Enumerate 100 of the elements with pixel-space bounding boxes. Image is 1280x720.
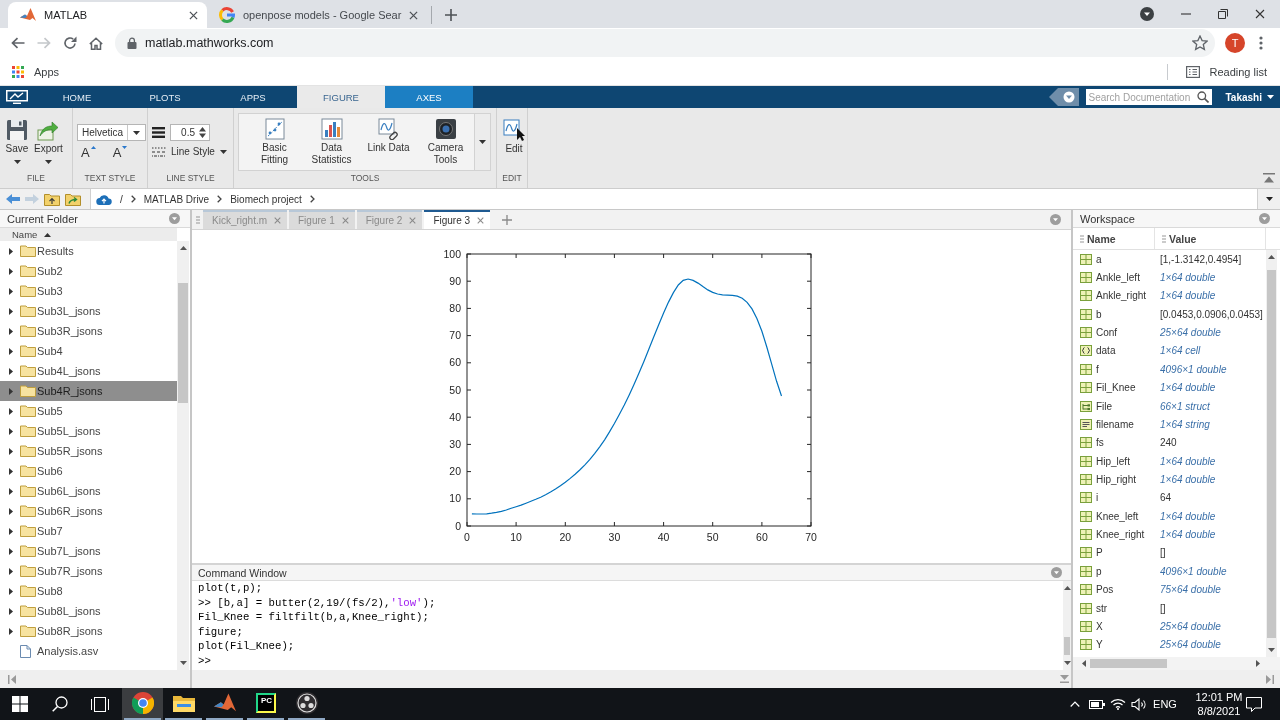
browser-tab[interactable]: MATLAB	[8, 2, 207, 28]
folder-item[interactable]: Sub7R_jsons	[0, 561, 177, 581]
clock-time[interactable]: 12:01 PM	[1195, 690, 1243, 704]
folder-item[interactable]: Sub4	[0, 341, 177, 361]
ribbon-button[interactable]: Data Statistics	[303, 114, 360, 170]
battery-icon[interactable]	[1089, 699, 1105, 709]
horizontal-scrollbar[interactable]	[1073, 657, 1280, 670]
ribbon-tab[interactable]: PLOTS	[121, 86, 209, 108]
expand-arrow-icon[interactable]	[9, 347, 13, 355]
folder-item[interactable]: Sub4L_jsons	[0, 361, 177, 381]
scrollbar-thumb[interactable]	[1267, 270, 1276, 638]
vertical-scrollbar[interactable]	[177, 241, 189, 670]
expand-arrow-icon[interactable]	[9, 267, 13, 275]
more-menu-icon[interactable]	[1259, 36, 1263, 50]
maximize-icon[interactable]	[1218, 9, 1228, 19]
bookmark-star-icon[interactable]	[1192, 35, 1208, 51]
taskbar-app-button[interactable]	[122, 688, 163, 720]
monitor-icon[interactable]	[5, 90, 28, 104]
breadcrumb[interactable]: MATLAB Drive	[143, 193, 210, 205]
expand-arrow-icon[interactable]	[9, 327, 13, 335]
home-icon[interactable]	[89, 36, 103, 50]
folder-item[interactable]: Sub6	[0, 461, 177, 481]
task-view-icon[interactable]	[91, 696, 109, 712]
close-icon[interactable]	[189, 10, 198, 20]
document-tab[interactable]: Figure 3	[424, 210, 491, 229]
folder-up-icon[interactable]	[44, 192, 60, 206]
spinner-arrows-icon[interactable]	[199, 127, 206, 138]
ribbon-toggle-icon[interactable]	[1048, 88, 1079, 106]
caret-down-icon[interactable]	[1265, 197, 1273, 201]
folder-item[interactable]: Sub6R_jsons	[0, 501, 177, 521]
scroll-down-icon[interactable]	[179, 661, 187, 665]
address-bar[interactable]: matlab.mathworks.com	[115, 29, 1215, 57]
chevron-right-icon[interactable]	[130, 195, 136, 203]
file-item[interactable]: Analysis.asv	[0, 641, 177, 661]
folder-browse-icon[interactable]	[65, 192, 81, 206]
expand-arrow-icon[interactable]	[9, 287, 13, 295]
folder-item[interactable]: Sub6L_jsons	[0, 481, 177, 501]
font-size-button[interactable]: A	[81, 146, 96, 160]
expand-arrow-icon[interactable]	[9, 527, 13, 535]
scroll-up-icon[interactable]	[1063, 586, 1071, 590]
line-style-menu[interactable]: Line Style	[171, 146, 227, 157]
expand-arrow-icon[interactable]	[9, 627, 13, 635]
chevron-right-icon[interactable]	[217, 195, 223, 203]
cloud-icon[interactable]	[96, 193, 112, 205]
language-indicator[interactable]: ENG	[1150, 698, 1180, 710]
back-arrow-icon[interactable]	[11, 37, 25, 49]
wifi-icon[interactable]	[1110, 698, 1126, 710]
expand-arrow-icon[interactable]	[9, 367, 13, 375]
folder-item[interactable]: Sub7L_jsons	[0, 541, 177, 561]
chevron-right-icon[interactable]	[309, 195, 315, 203]
expand-arrow-icon[interactable]	[9, 487, 13, 495]
column-header[interactable]: Value	[1155, 228, 1266, 249]
browser-tab[interactable]: openpose models - Google Sear	[207, 2, 428, 28]
folder-item[interactable]: Sub8	[0, 581, 177, 601]
ribbon-tab[interactable]: APPS	[209, 86, 297, 108]
expand-arrow-icon[interactable]	[9, 427, 13, 435]
close-icon[interactable]	[1255, 9, 1265, 19]
scrollbar-thumb[interactable]	[1090, 659, 1167, 668]
folder-item[interactable]: Sub8R_jsons	[0, 621, 177, 641]
breadcrumb[interactable]: /	[120, 193, 123, 205]
path-bar[interactable]: / MATLAB Drive Biomech project	[90, 189, 1258, 209]
folder-item[interactable]: Sub5R_jsons	[0, 441, 177, 461]
plus-icon[interactable]	[445, 9, 458, 21]
clock-date[interactable]: 8/8/2021	[1197, 704, 1241, 718]
scroll-right-icon[interactable]	[1256, 660, 1260, 667]
expand-arrow-icon[interactable]	[9, 407, 13, 415]
expand-arrow-icon[interactable]	[9, 447, 13, 455]
scroll-down-icon[interactable]	[1063, 661, 1071, 665]
ribbon-button[interactable]: Link Data	[360, 114, 417, 170]
back-arrow-icon[interactable]	[6, 194, 20, 204]
vertical-scrollbar[interactable]	[1266, 250, 1277, 657]
line-width-spinner[interactable]: 0.5	[170, 124, 210, 141]
search-field[interactable]: Search Documentation	[1085, 89, 1212, 105]
drag-grip-icon[interactable]	[196, 215, 200, 224]
expand-arrow-icon[interactable]	[9, 547, 13, 555]
scroll-up-icon[interactable]	[1268, 255, 1275, 259]
taskbar-app-button[interactable]: PC	[245, 688, 286, 720]
folder-item[interactable]: Sub8L_jsons	[0, 601, 177, 621]
folder-item[interactable]: Sub3L_jsons	[0, 301, 177, 321]
profile-menu-icon[interactable]	[1140, 7, 1154, 21]
column-header[interactable]: Name	[1073, 228, 1155, 249]
expand-arrow-icon[interactable]	[9, 607, 13, 615]
folder-item[interactable]: Sub5	[0, 401, 177, 421]
user-menu-button[interactable]: Takashi	[1225, 91, 1274, 103]
start-menu-icon[interactable]	[11, 696, 28, 712]
font-size-button[interactable]: A	[112, 146, 128, 160]
reading-list-button[interactable]: Reading list	[1185, 65, 1267, 78]
notification-icon[interactable]	[1246, 696, 1262, 712]
folder-item[interactable]: Sub7	[0, 521, 177, 541]
folder-item[interactable]: Sub2	[0, 261, 177, 281]
scroll-up-icon[interactable]	[179, 246, 187, 250]
ribbon-button[interactable]: Save	[2, 113, 32, 164]
expand-arrow-icon[interactable]	[9, 567, 13, 575]
expand-arrow-icon[interactable]	[9, 467, 13, 475]
search-icon[interactable]	[51, 696, 68, 712]
volume-icon[interactable]	[1131, 697, 1147, 711]
reload-icon[interactable]	[63, 36, 77, 50]
scroll-down-icon[interactable]	[1268, 648, 1275, 652]
vertical-scrollbar[interactable]	[1063, 581, 1071, 670]
column-header[interactable]: Name	[0, 228, 177, 241]
